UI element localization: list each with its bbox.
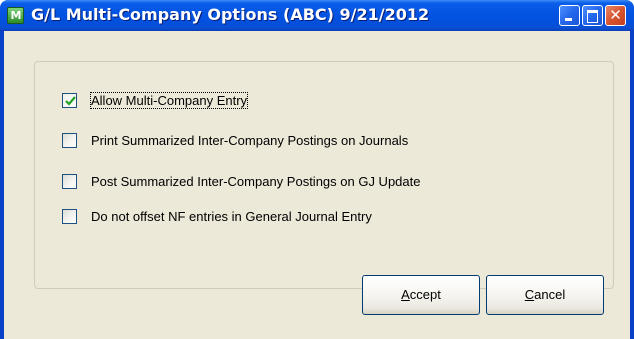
- app-icon[interactable]: M: [7, 7, 24, 24]
- maximize-icon: [587, 10, 598, 23]
- cancel-label-rest: ancel: [534, 287, 566, 302]
- do-not-offset-nf-label: Do not offset NF entries in General Jour…: [91, 209, 372, 224]
- cancel-mnemonic: C: [524, 287, 535, 302]
- allow-multi-company-checkbox[interactable]: [62, 93, 77, 108]
- cancel-button[interactable]: Cancel: [486, 275, 604, 315]
- close-button[interactable]: ✕: [605, 5, 626, 26]
- minimize-button[interactable]: [559, 5, 580, 26]
- post-summarized-label: Post Summarized Inter-Company Postings o…: [91, 174, 421, 189]
- allow-multi-company-label: Allow Multi-Company Entry: [89, 92, 249, 109]
- maximize-button[interactable]: [582, 5, 603, 26]
- checkmark-icon: [65, 96, 76, 106]
- dialog-body: Allow Multi-Company Entry Print Summariz…: [4, 31, 630, 339]
- title-bar[interactable]: M G/L Multi-Company Options (ABC) 9/21/2…: [0, 0, 634, 31]
- minimize-icon: [565, 18, 572, 21]
- close-icon: ✕: [609, 6, 622, 24]
- do-not-offset-nf-checkbox[interactable]: [62, 209, 77, 224]
- accept-button[interactable]: Accept: [362, 275, 480, 315]
- print-summarized-checkbox[interactable]: [62, 133, 77, 148]
- window-title: G/L Multi-Company Options (ABC) 9/21/201…: [31, 5, 430, 24]
- accept-label-rest: ccept: [409, 287, 441, 302]
- accept-mnemonic: A: [401, 287, 410, 302]
- print-summarized-label: Print Summarized Inter-Company Postings …: [91, 133, 409, 148]
- post-summarized-checkbox[interactable]: [62, 174, 77, 189]
- dialog-window: M G/L Multi-Company Options (ABC) 9/21/2…: [0, 0, 634, 339]
